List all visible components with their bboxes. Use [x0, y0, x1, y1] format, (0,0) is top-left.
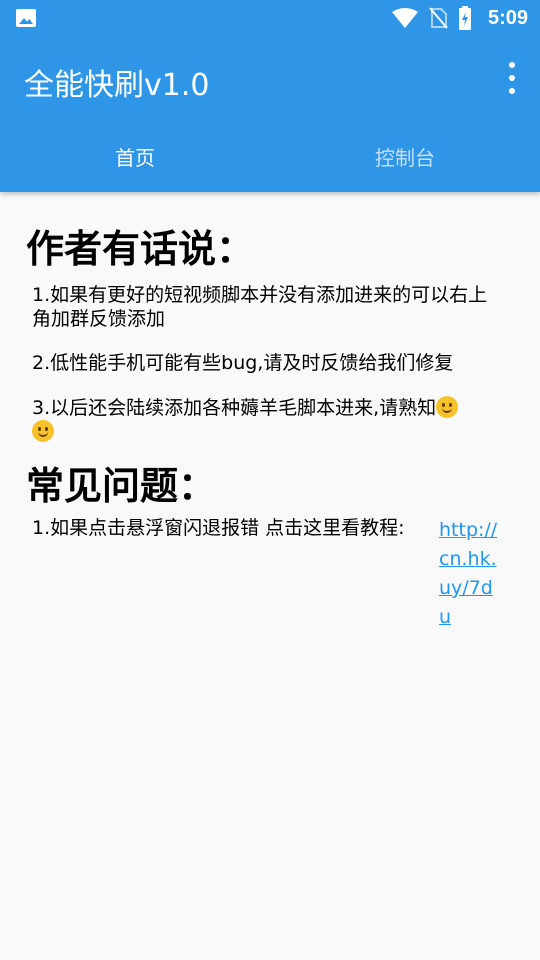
faq-heading: 常见问题： — [26, 464, 217, 508]
note-2: 2.低性能手机可能有些bug,请及时反馈给我们修复 — [32, 352, 454, 374]
toolbar: 全能快刷v1.0 — [0, 36, 540, 120]
tab-home-label: 首页 — [115, 145, 155, 170]
no-sim-icon — [429, 7, 448, 29]
app-title: 全能快刷v1.0 — [24, 68, 210, 103]
note-1: 1.如果有更好的短视频脚本并没有添加进来的可以右上角加群反馈添加 — [32, 284, 488, 330]
faq-item: 1.如果点击悬浮窗闪退报错 点击这里看教程: http://cn.hk.uy/7… — [32, 516, 502, 628]
tutorial-link[interactable]: http://cn.hk.uy/7du — [439, 516, 501, 632]
smile-emoji-icon — [32, 420, 54, 442]
image-icon — [16, 9, 36, 27]
status-bar: 5:09 — [0, 0, 540, 36]
wifi-icon — [391, 8, 418, 28]
tab-home[interactable]: 首页 — [0, 120, 270, 192]
tab-indicator — [0, 188, 270, 192]
tab-console[interactable]: 控制台 — [270, 120, 540, 192]
note-3: 3.以后还会陆续添加各种薅羊毛脚本进来,请熟知 — [32, 396, 506, 444]
note-3-text: 3.以后还会陆续添加各种薅羊毛脚本进来,请熟知 — [32, 397, 437, 419]
more-options-button[interactable] — [504, 62, 520, 94]
tab-console-label: 控制台 — [375, 145, 435, 170]
smile-emoji-icon — [436, 396, 459, 418]
battery-charging-icon — [458, 6, 471, 30]
status-time: 5:09 — [487, 6, 528, 29]
faq-text: 1.如果点击悬浮窗闪退报错 点击这里看教程: — [32, 517, 405, 539]
tab-bar: 首页 控制台 — [0, 120, 540, 192]
more-vert-icon — [509, 62, 515, 68]
author-heading: 作者有话说： — [26, 227, 255, 271]
